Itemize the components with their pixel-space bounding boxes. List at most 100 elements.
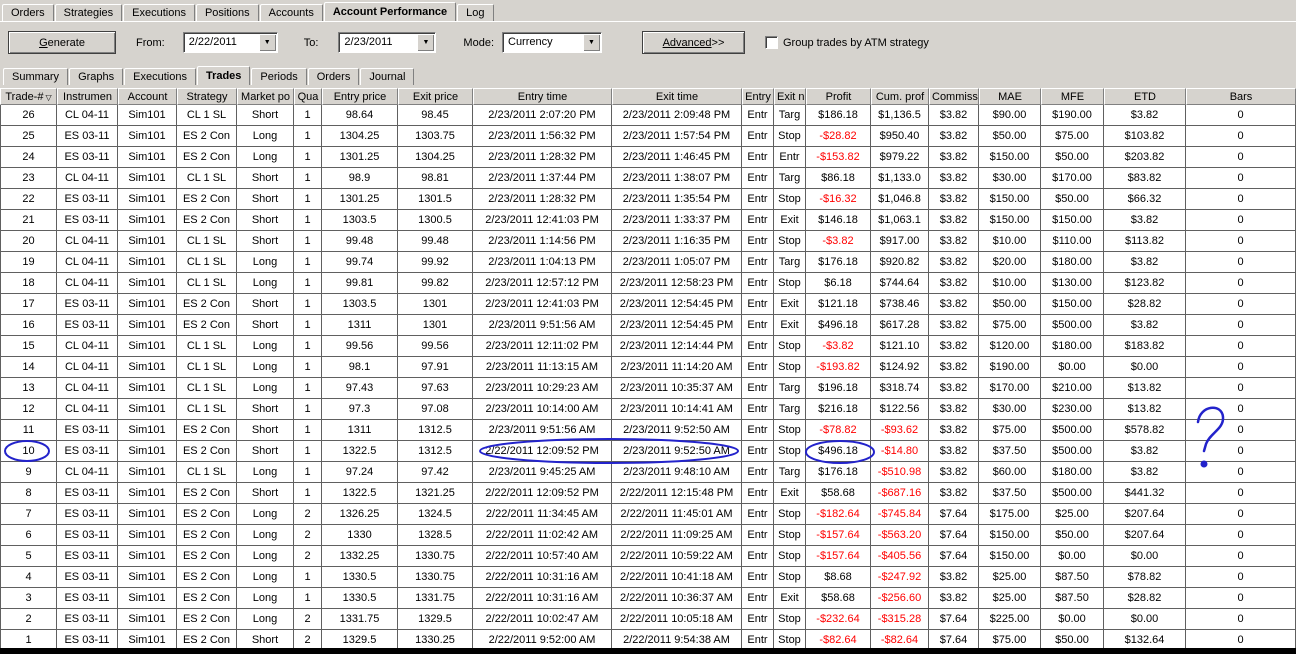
cell-mae: $175.00 — [979, 504, 1041, 525]
cell-entry-time: 2/23/2011 1:14:56 PM — [473, 231, 612, 252]
table-row-trade-20[interactable]: 20 CL 04-11 Sim101 CL 1 SL Short 1 99.48 99.48 2… — [0, 231, 1296, 252]
column-header-instrumen[interactable]: Instrumen — [57, 88, 118, 105]
from-date-combo[interactable]: 2/22/2011 ▼ — [182, 32, 278, 53]
cell-exit-time: 2/23/2011 1:16:35 PM — [612, 231, 742, 252]
cell-mfe: $0.00 — [1041, 546, 1104, 567]
column-header-trade[interactable]: Trade-# ▽ — [0, 88, 57, 105]
sub-tab-orders[interactable]: Orders — [307, 68, 360, 85]
table-row-trade-17[interactable]: 17 ES 03-11 Sim101 ES 2 Con Short 1 1303.5 1301… — [0, 294, 1296, 315]
table-row-trade-26[interactable]: 26 CL 04-11 Sim101 CL 1 SL Short 1 98.64 98.45 2… — [0, 105, 1296, 126]
table-row-trade-4[interactable]: 4 ES 03-11 Sim101 ES 2 Con Long 1 1330.5 1330.7… — [0, 567, 1296, 588]
sub-tab-executions[interactable]: Executions — [124, 68, 196, 85]
cell-account: Sim101 — [118, 294, 177, 315]
column-header-qua[interactable]: Qua — [294, 88, 322, 105]
advanced-button[interactable]: Advanced >> — [642, 31, 745, 54]
column-header-entry[interactable]: Entry — [742, 88, 774, 105]
to-dropdown-arrow-icon[interactable]: ▼ — [417, 34, 435, 51]
cell-exit-n: Stop — [774, 126, 806, 147]
table-row-trade-14[interactable]: 14 CL 04-11 Sim101 CL 1 SL Long 1 98.1 97.91 2/2… — [0, 357, 1296, 378]
top-tab-positions[interactable]: Positions — [195, 4, 259, 21]
table-row-trade-9[interactable]: 9 CL 04-11 Sim101 CL 1 SL Long 1 97.24 97.42 2/2… — [0, 462, 1296, 483]
cell-trade: 17 — [0, 294, 57, 315]
column-header-exit-price[interactable]: Exit price — [398, 88, 473, 105]
top-tab-executions[interactable]: Executions — [123, 4, 195, 21]
table-row-trade-21[interactable]: 21 ES 03-11 Sim101 ES 2 Con Short 1 1303.5 1300… — [0, 210, 1296, 231]
column-header-exit-time[interactable]: Exit time — [612, 88, 742, 105]
cell-qua: 1 — [294, 168, 322, 189]
top-tab-log[interactable]: Log — [457, 4, 494, 21]
cell-instrumen: ES 03-11 — [57, 147, 118, 168]
table-row-trade-13[interactable]: 13 CL 04-11 Sim101 CL 1 SL Long 1 97.43 97.63 2/… — [0, 378, 1296, 399]
top-tab-strategies[interactable]: Strategies — [54, 4, 123, 21]
table-row-trade-5[interactable]: 5 ES 03-11 Sim101 ES 2 Con Long 2 1332.25 1330.… — [0, 546, 1296, 567]
mode-combo[interactable]: Currency ▼ — [502, 32, 602, 53]
table-row-trade-3[interactable]: 3 ES 03-11 Sim101 ES 2 Con Long 1 1330.5 1331.7… — [0, 588, 1296, 609]
cell-entry: Entr — [742, 462, 774, 483]
table-row-trade-25[interactable]: 25 ES 03-11 Sim101 ES 2 Con Long 1 1304.25 1303… — [0, 126, 1296, 147]
sub-tab-journal[interactable]: Journal — [360, 68, 415, 85]
table-row-trade-11[interactable]: 11 ES 03-11 Sim101 ES 2 Con Short 1 1311 1312.5… — [0, 420, 1296, 441]
cell-commissi: $3.82 — [929, 588, 979, 609]
cell-strategy: CL 1 SL — [177, 252, 237, 273]
cell-strategy: CL 1 SL — [177, 336, 237, 357]
column-header-entry-price[interactable]: Entry price — [322, 88, 398, 105]
group-trades-checkbox[interactable] — [765, 36, 778, 49]
sub-tab-periods[interactable]: Periods — [251, 68, 307, 85]
table-row-trade-15[interactable]: 15 CL 04-11 Sim101 CL 1 SL Long 1 99.56 99.56 2/… — [0, 336, 1296, 357]
table-row-trade-2[interactable]: 2 ES 03-11 Sim101 ES 2 Con Long 2 1331.75 1329.… — [0, 609, 1296, 630]
cell-exit-n: Targ — [774, 252, 806, 273]
column-header-strategy[interactable]: Strategy — [177, 88, 237, 105]
column-header-account[interactable]: Account — [118, 88, 177, 105]
table-row-trade-10[interactable]: 10 ES 03-11 Sim101 ES 2 Con Short 1 1322.5 1312… — [0, 441, 1296, 462]
table-row-trade-12[interactable]: 12 CL 04-11 Sim101 CL 1 SL Short 1 97.3 97.08 2/… — [0, 399, 1296, 420]
cell-profit: -$28.82 — [806, 126, 871, 147]
column-header-commissi[interactable]: Commissi — [929, 88, 979, 105]
column-header-mfe[interactable]: MFE — [1041, 88, 1104, 105]
top-tab-account-performance[interactable]: Account Performance — [323, 2, 457, 21]
mode-dropdown-arrow-icon[interactable]: ▼ — [583, 34, 600, 51]
top-tab-accounts[interactable]: Accounts — [259, 4, 323, 21]
column-header-entry-time[interactable]: Entry time — [473, 88, 612, 105]
cell-entry: Entr — [742, 525, 774, 546]
cell-instrumen: ES 03-11 — [57, 441, 118, 462]
cell-profit: -$232.64 — [806, 609, 871, 630]
sub-tab-graphs[interactable]: Graphs — [69, 68, 124, 85]
column-header-cum-prof[interactable]: Cum. prof — [871, 88, 929, 105]
cell-entry-time: 2/23/2011 1:28:32 PM — [473, 147, 612, 168]
to-date-combo[interactable]: 2/23/2011 ▼ — [338, 32, 437, 53]
table-row-trade-8[interactable]: 8 ES 03-11 Sim101 ES 2 Con Short 1 1322.5 1321.… — [0, 483, 1296, 504]
sub-tab-trades[interactable]: Trades — [196, 66, 251, 85]
column-header-label: Cum. prof — [875, 90, 925, 103]
table-row-trade-7[interactable]: 7 ES 03-11 Sim101 ES 2 Con Long 2 1326.25 1324.… — [0, 504, 1296, 525]
cell-qua: 1 — [294, 378, 322, 399]
table-row-trade-18[interactable]: 18 CL 04-11 Sim101 CL 1 SL Long 1 99.81 99.82 2/… — [0, 273, 1296, 294]
table-row-trade-16[interactable]: 16 ES 03-11 Sim101 ES 2 Con Short 1 1311 1301 2/… — [0, 315, 1296, 336]
table-row-trade-19[interactable]: 19 CL 04-11 Sim101 CL 1 SL Long 1 99.74 99.92 2/… — [0, 252, 1296, 273]
from-dropdown-arrow-icon[interactable]: ▼ — [258, 34, 276, 51]
cell-trade: 5 — [0, 546, 57, 567]
cell-commissi: $3.82 — [929, 336, 979, 357]
top-tab-orders[interactable]: Orders — [2, 4, 54, 21]
table-row-trade-6[interactable]: 6 ES 03-11 Sim101 ES 2 Con Long 2 1330 1328.5 2/… — [0, 525, 1296, 546]
cell-entry-time: 2/23/2011 11:13:15 AM — [473, 357, 612, 378]
column-header-market-po[interactable]: Market po — [237, 88, 294, 105]
sub-tab-summary[interactable]: Summary — [3, 68, 69, 85]
cell-qua: 1 — [294, 273, 322, 294]
generate-button[interactable]: Generate — [8, 31, 116, 54]
table-row-trade-24[interactable]: 24 ES 03-11 Sim101 ES 2 Con Long 1 1301.25 1304… — [0, 147, 1296, 168]
table-row-trade-22[interactable]: 22 ES 03-11 Sim101 ES 2 Con Short 1 1301.25 130… — [0, 189, 1296, 210]
column-header-mae[interactable]: MAE — [979, 88, 1041, 105]
cell-commissi: $7.64 — [929, 546, 979, 567]
cell-exit-n: Entr — [774, 147, 806, 168]
cell-cum-prof: -$563.20 — [871, 525, 929, 546]
table-row-trade-23[interactable]: 23 CL 04-11 Sim101 CL 1 SL Short 1 98.9 98.81 2/… — [0, 168, 1296, 189]
column-header-profit[interactable]: Profit — [806, 88, 871, 105]
cell-account: Sim101 — [118, 462, 177, 483]
cell-bars: 0 — [1186, 378, 1296, 399]
cell-commissi: $3.82 — [929, 273, 979, 294]
column-header-bars[interactable]: Bars — [1186, 88, 1296, 105]
cell-etd: $183.82 — [1104, 336, 1186, 357]
column-header-etd[interactable]: ETD — [1104, 88, 1186, 105]
cell-instrumen: CL 04-11 — [57, 252, 118, 273]
column-header-exit-n[interactable]: Exit n — [774, 88, 806, 105]
